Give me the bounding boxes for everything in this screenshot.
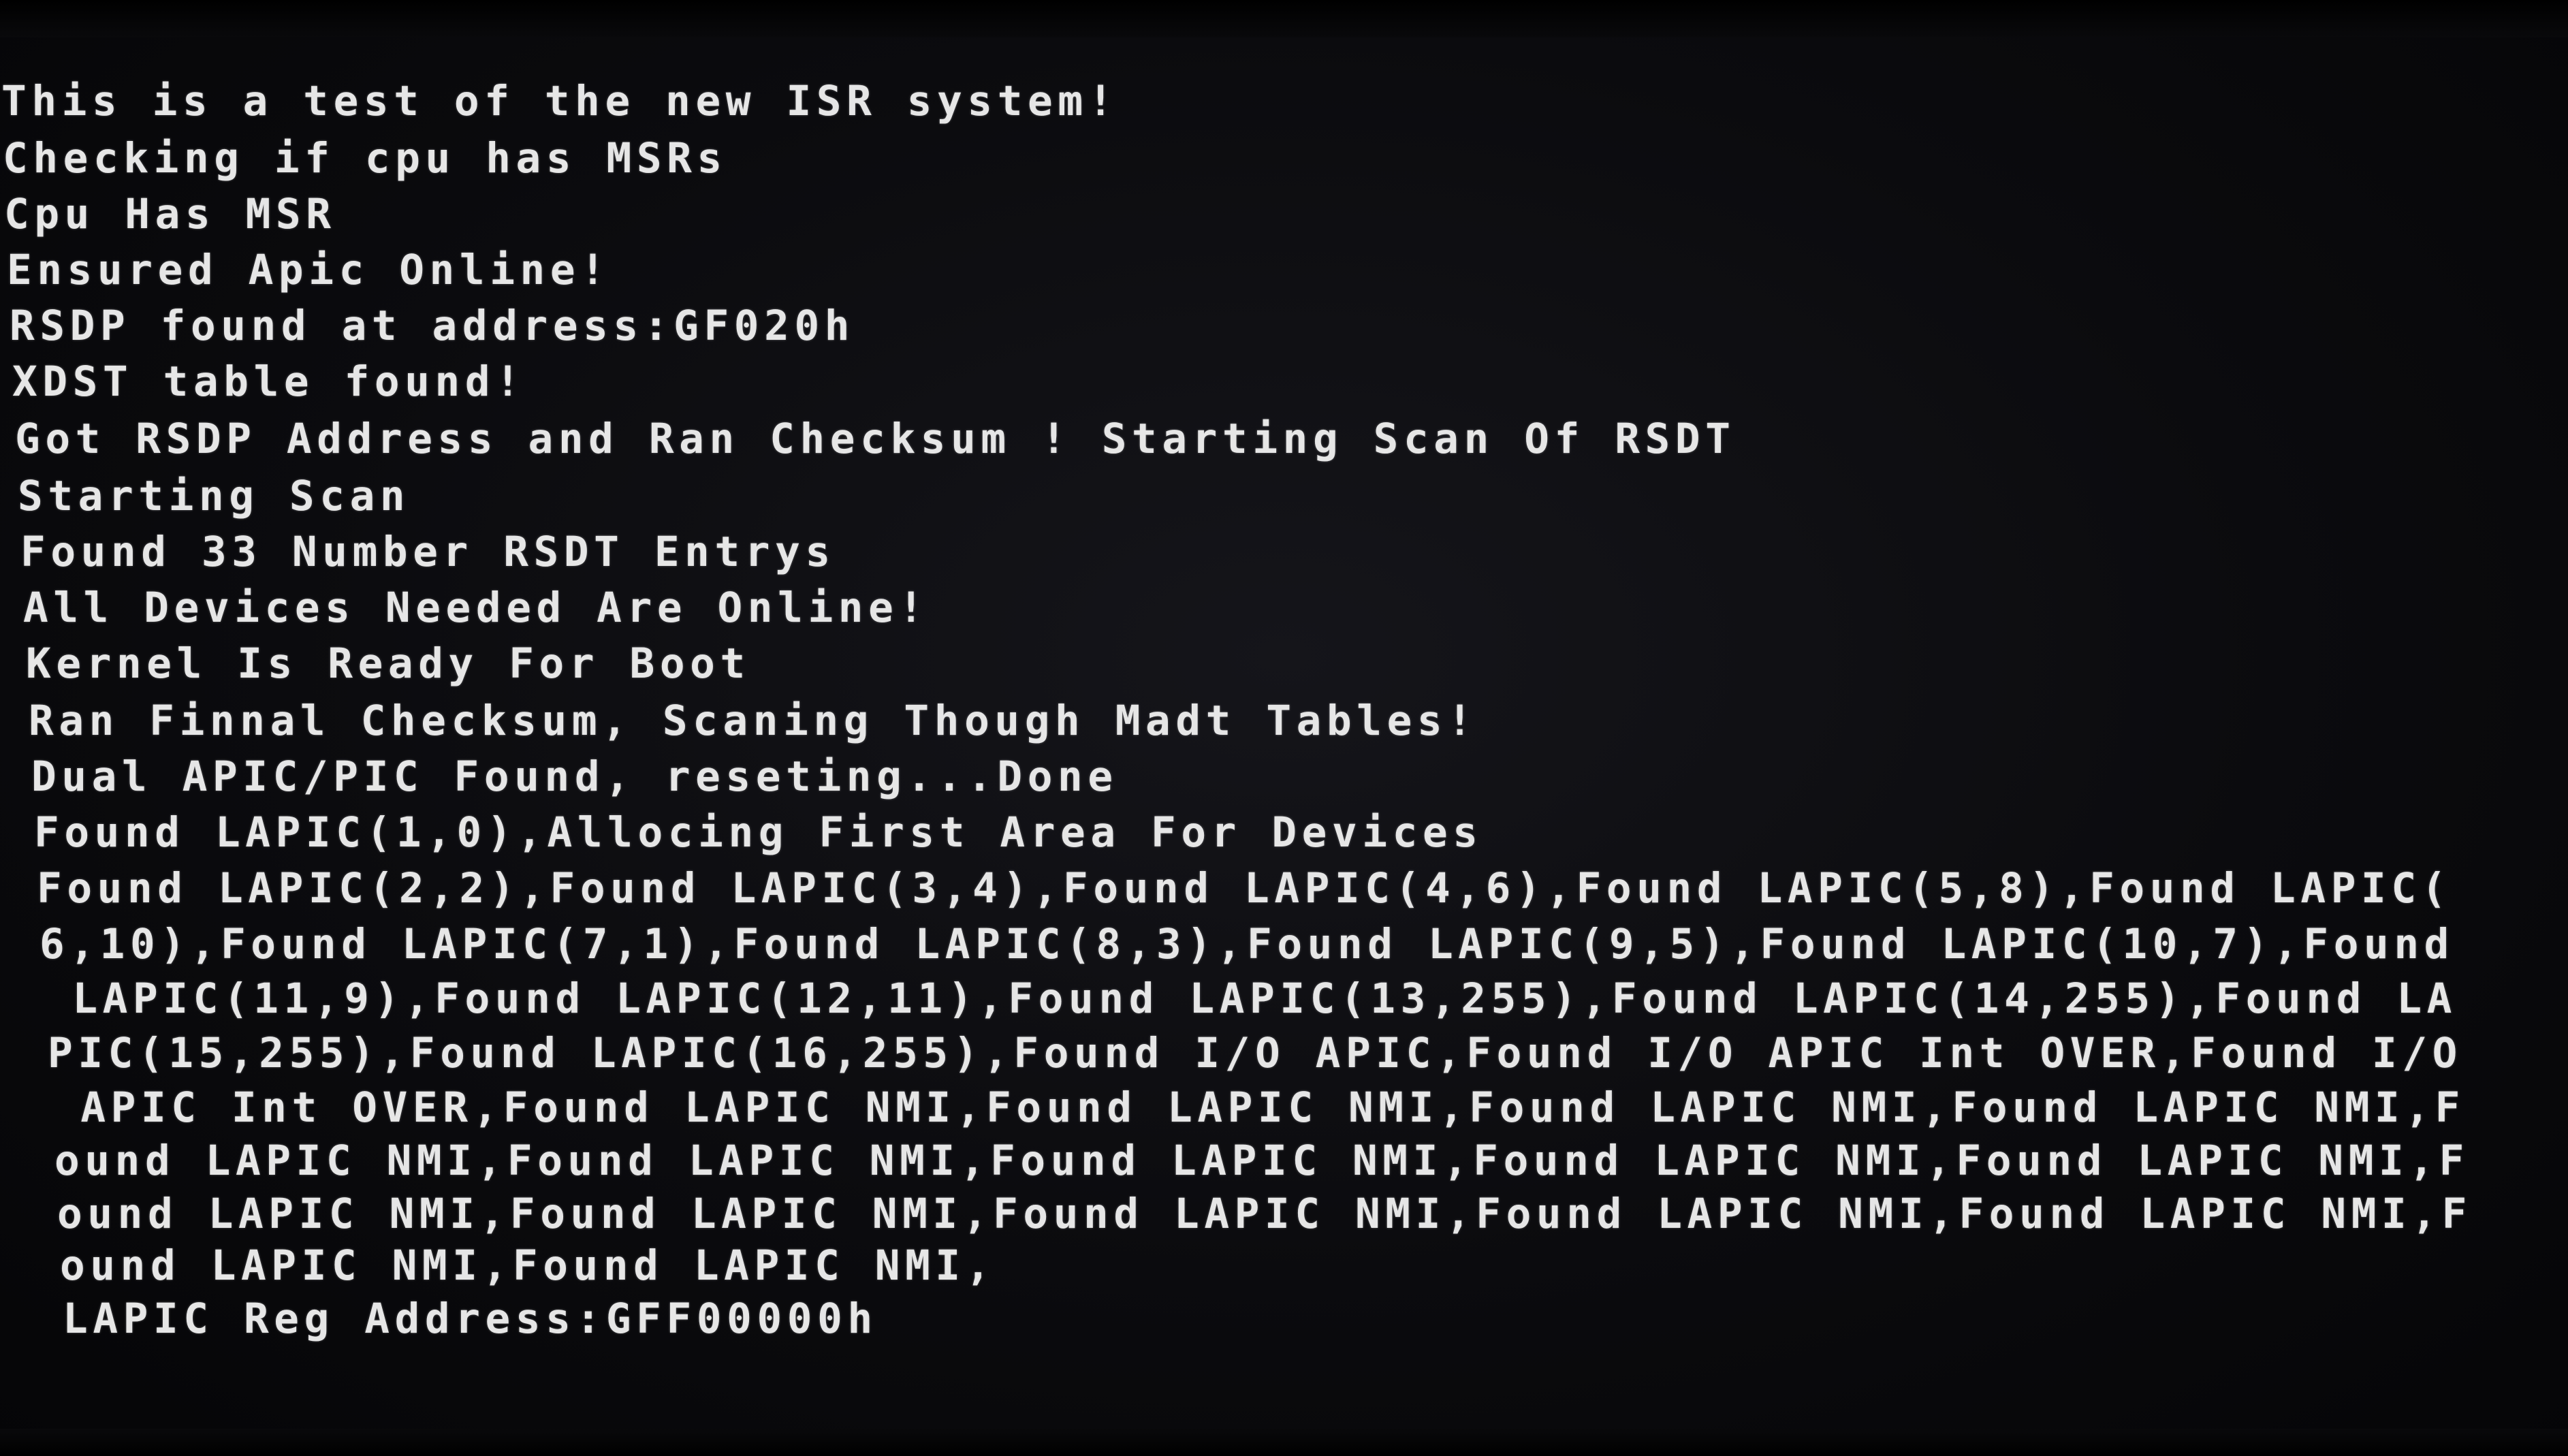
- console-line: This is a test of the new ISR system!: [1, 77, 1119, 125]
- console-line: ound LAPIC NMI,Found LAPIC NMI,Found LAP…: [54, 1137, 2470, 1185]
- console-line: PIC(15,255),Found LAPIC(16,255),Found I/…: [48, 1029, 2463, 1077]
- console-line: APIC Int OVER,Found LAPIC NMI,Found LAPI…: [50, 1083, 2466, 1132]
- console-line: XDST table found!: [12, 358, 526, 406]
- console-line: LAPIC(11,9),Found LAPIC(12,11),Found LAP…: [42, 975, 2458, 1023]
- console-line: Got RSDP Address and Ran Checksum ! Star…: [15, 415, 1736, 463]
- monitor-screen: This is a test of the new ISR system! Ch…: [0, 0, 2568, 1456]
- console-line: LAPIC Reg Address:GFF00000h: [63, 1295, 878, 1343]
- text-mode-console: This is a test of the new ISR system! Ch…: [0, 48, 2568, 1410]
- console-line: Found 33 Number RSDT Entrys: [20, 528, 836, 576]
- console-line: Starting Scan: [18, 472, 411, 520]
- console-line: Checking if cpu has MSRs: [3, 134, 727, 183]
- console-line: 6,10),Found LAPIC(7,1),Found LAPIC(8,3),…: [39, 920, 2455, 968]
- console-line: Found LAPIC(2,2),Found LAPIC(3,4),Found …: [37, 864, 2452, 913]
- console-line: Found LAPIC(1,0),Allocing First Area For…: [34, 808, 1483, 857]
- console-line: ound LAPIC NMI,Found LAPIC NMI,Found LAP…: [57, 1190, 2473, 1238]
- monitor-bezel-top: [0, 0, 2568, 37]
- console-line: Ensured Apic Online!: [7, 246, 611, 294]
- console-line: ound LAPIC NMI,Found LAPIC NMI,: [60, 1241, 996, 1290]
- console-line: Kernel Is Ready For Boot: [26, 639, 750, 688]
- console-line: Dual APIC/PIC Found, reseting...Done: [31, 753, 1118, 801]
- console-line: All Devices Needed Are Online!: [23, 584, 929, 632]
- console-line: RSDP found at address:GF020h: [10, 302, 855, 350]
- monitor-bezel-bottom: [0, 1429, 2568, 1456]
- console-line: Ran Finnal Checksum, Scaning Though Madt…: [29, 697, 1478, 745]
- console-line: Cpu Has MSR: [4, 190, 336, 238]
